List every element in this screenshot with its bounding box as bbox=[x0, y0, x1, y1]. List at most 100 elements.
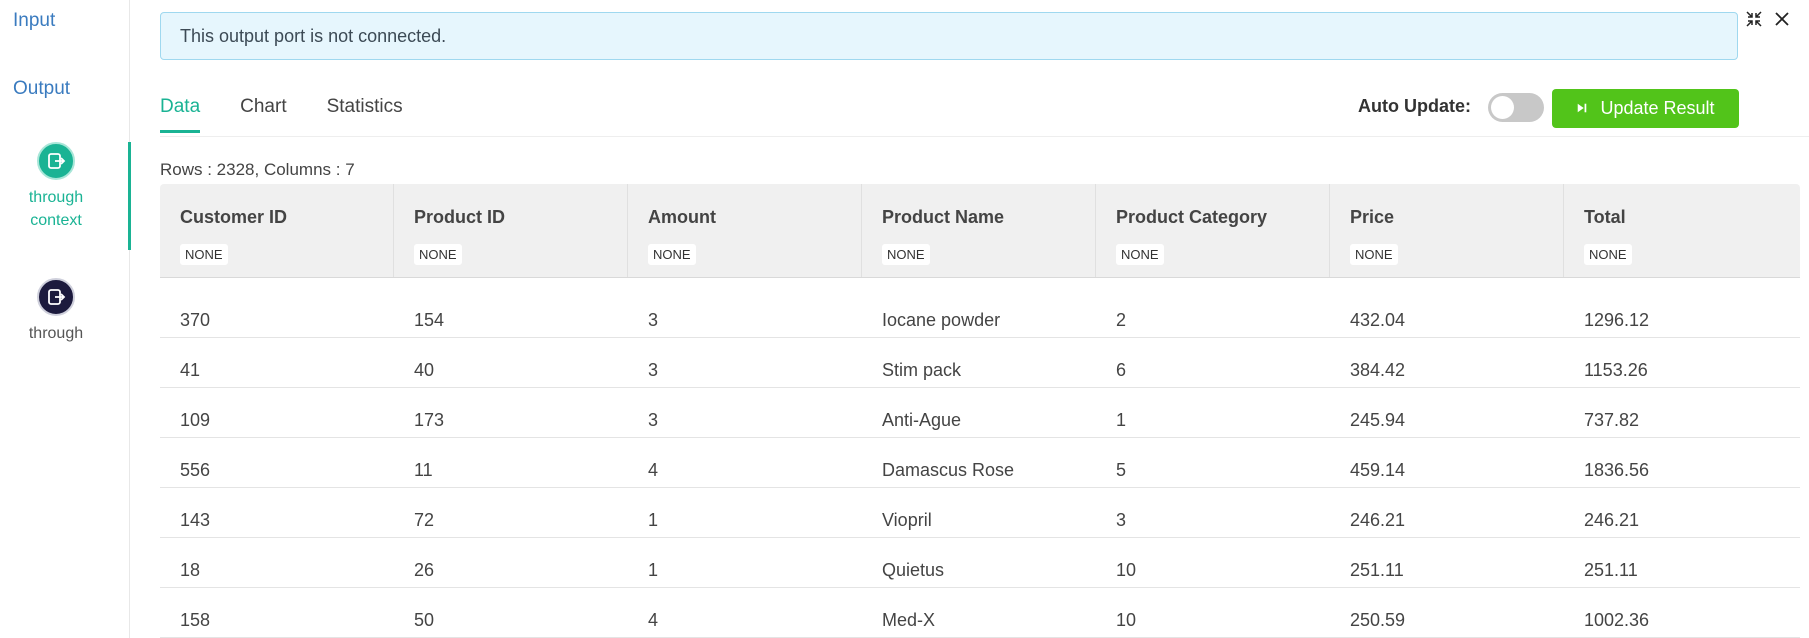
table-cell: 1 bbox=[648, 560, 659, 580]
column-header[interactable]: Product ID NONE bbox=[394, 184, 628, 277]
table-cell: 158 bbox=[180, 610, 211, 630]
column-title: Total bbox=[1584, 207, 1626, 227]
table-row: 143 72 1 Viopril 3 246.21 246.21 bbox=[160, 488, 1800, 538]
table-cell: 1002.36 bbox=[1584, 610, 1650, 630]
table-header: Customer ID NONE Product ID NONE Amount NONE P… bbox=[160, 184, 1800, 278]
column-type-tag[interactable]: NONE bbox=[1350, 244, 1398, 265]
table-cell: 18 bbox=[180, 560, 201, 580]
table-cell: 173 bbox=[414, 410, 445, 430]
column-header[interactable]: Amount NONE bbox=[628, 184, 862, 277]
table-cell: Med-X bbox=[882, 610, 936, 630]
table-row: 158 50 4 Med-X 10 250.59 1002.36 bbox=[160, 588, 1800, 638]
tab-divider bbox=[160, 136, 1809, 137]
sidebar: Input Output through context through bbox=[0, 0, 131, 638]
table-cell: 50 bbox=[414, 610, 435, 630]
update-result-button[interactable]: Update Result bbox=[1552, 89, 1739, 128]
table-cell: 1 bbox=[1116, 410, 1127, 430]
table-cell: Quietus bbox=[882, 560, 945, 580]
table-cell: 245.94 bbox=[1350, 410, 1406, 430]
table-cell: 26 bbox=[414, 560, 435, 580]
table-cell: 251.11 bbox=[1584, 560, 1638, 580]
table-cell: 1153.26 bbox=[1584, 360, 1648, 380]
window-controls bbox=[1745, 10, 1791, 28]
data-table: Customer ID NONE Product ID NONE Amount NONE P… bbox=[160, 184, 1800, 638]
table-cell: 370 bbox=[180, 310, 211, 330]
column-type-tag[interactable]: NONE bbox=[648, 244, 696, 265]
table-cell: 251.11 bbox=[1350, 560, 1404, 580]
table-cell: Viopril bbox=[882, 510, 932, 530]
export-icon bbox=[37, 278, 75, 316]
column-title: Customer ID bbox=[180, 207, 288, 227]
tab-bar: Data Chart Statistics bbox=[160, 96, 403, 133]
sidebar-link-output[interactable]: Output bbox=[13, 78, 70, 100]
table-row: 109 173 3 Anti-Ague 1 245.94 737.82 bbox=[160, 388, 1800, 438]
column-header[interactable]: Customer ID NONE bbox=[160, 184, 394, 277]
tab-statistics[interactable]: Statistics bbox=[327, 96, 403, 133]
column-title: Product ID bbox=[414, 207, 506, 227]
column-type-tag[interactable]: NONE bbox=[180, 244, 228, 265]
table-cell: 1296.12 bbox=[1584, 310, 1650, 330]
table-cell: 4 bbox=[648, 460, 659, 480]
close-icon[interactable] bbox=[1773, 10, 1791, 28]
table-cell: 1 bbox=[648, 510, 659, 530]
table-cell: 432.04 bbox=[1350, 310, 1406, 330]
alert-text: This output port is not connected. bbox=[180, 25, 447, 46]
table-body: 370 154 3 Iocane powder 2 432.04 1296.12 41 40 3 S… bbox=[160, 278, 1800, 638]
tab-chart[interactable]: Chart bbox=[240, 96, 286, 133]
table-cell: 10 bbox=[1116, 610, 1137, 630]
table-cell: 109 bbox=[180, 410, 211, 430]
table-cell: 41 bbox=[180, 360, 201, 380]
table-cell: Stim pack bbox=[882, 360, 962, 380]
table-cell: 3 bbox=[648, 410, 659, 430]
node-label-line: context bbox=[30, 212, 82, 229]
tab-data[interactable]: Data bbox=[160, 96, 201, 133]
table-row: 18 26 1 Quietus 10 251.11 251.11 bbox=[160, 538, 1800, 588]
table-cell: 5 bbox=[1116, 460, 1127, 480]
node-label: through context bbox=[0, 186, 112, 232]
sidebar-link-input[interactable]: Input bbox=[13, 10, 55, 32]
table-cell: 556 bbox=[180, 460, 211, 480]
column-type-tag[interactable]: NONE bbox=[1116, 244, 1164, 265]
rows-columns-info: Rows : 2328, Columns : 7 bbox=[160, 160, 355, 179]
table-cell: 737.82 bbox=[1584, 410, 1640, 430]
column-header[interactable]: Price NONE bbox=[1330, 184, 1564, 277]
table-cell: 154 bbox=[414, 310, 445, 330]
column-title: Amount bbox=[648, 207, 716, 227]
table-row: 370 154 3 Iocane powder 2 432.04 1296.12 bbox=[160, 278, 1800, 338]
column-title: Product Name bbox=[882, 207, 1005, 227]
export-icon bbox=[37, 142, 75, 180]
port-not-connected-alert: This output port is not connected. bbox=[160, 12, 1738, 60]
table-cell: Anti-Ague bbox=[882, 410, 962, 430]
table-cell: Iocane powder bbox=[882, 310, 1001, 330]
table-cell: 3 bbox=[648, 310, 659, 330]
table-cell: 10 bbox=[1116, 560, 1137, 580]
column-type-tag[interactable]: NONE bbox=[882, 244, 930, 265]
column-type-tag[interactable]: NONE bbox=[414, 244, 462, 265]
table-cell: 3 bbox=[1116, 510, 1127, 530]
table-cell: 40 bbox=[414, 360, 435, 380]
node-label-line: through bbox=[28, 189, 84, 206]
table-cell: 246.21 bbox=[1350, 510, 1406, 530]
column-header[interactable]: Total NONE bbox=[1564, 184, 1798, 277]
table-cell: 246.21 bbox=[1584, 510, 1640, 530]
column-header[interactable]: Product Category NONE bbox=[1096, 184, 1330, 277]
sidebar-node-through[interactable]: through bbox=[0, 278, 112, 345]
sidebar-node-through-context[interactable]: through context bbox=[0, 142, 131, 250]
table-cell: 3 bbox=[648, 360, 659, 380]
table-cell: 459.14 bbox=[1350, 460, 1406, 480]
column-type-tag[interactable]: NONE bbox=[1584, 244, 1632, 265]
collapse-icon[interactable] bbox=[1745, 10, 1763, 28]
column-header[interactable]: Product Name NONE bbox=[862, 184, 1096, 277]
table-row: 41 40 3 Stim pack 6 384.42 1153.26 bbox=[160, 338, 1800, 388]
table-cell: 11 bbox=[414, 460, 433, 480]
table-cell: 1836.56 bbox=[1584, 460, 1650, 480]
table-cell: 6 bbox=[1116, 360, 1127, 380]
table-cell: 2 bbox=[1116, 310, 1127, 330]
table-cell: Damascus Rose bbox=[882, 460, 1015, 480]
update-result-label: Update Result bbox=[1600, 98, 1715, 118]
node-label: through bbox=[28, 325, 84, 342]
table-cell: 143 bbox=[180, 510, 211, 530]
table-cell: 72 bbox=[414, 510, 435, 530]
table-cell: 4 bbox=[648, 610, 659, 630]
auto-update-toggle[interactable] bbox=[1488, 93, 1544, 122]
